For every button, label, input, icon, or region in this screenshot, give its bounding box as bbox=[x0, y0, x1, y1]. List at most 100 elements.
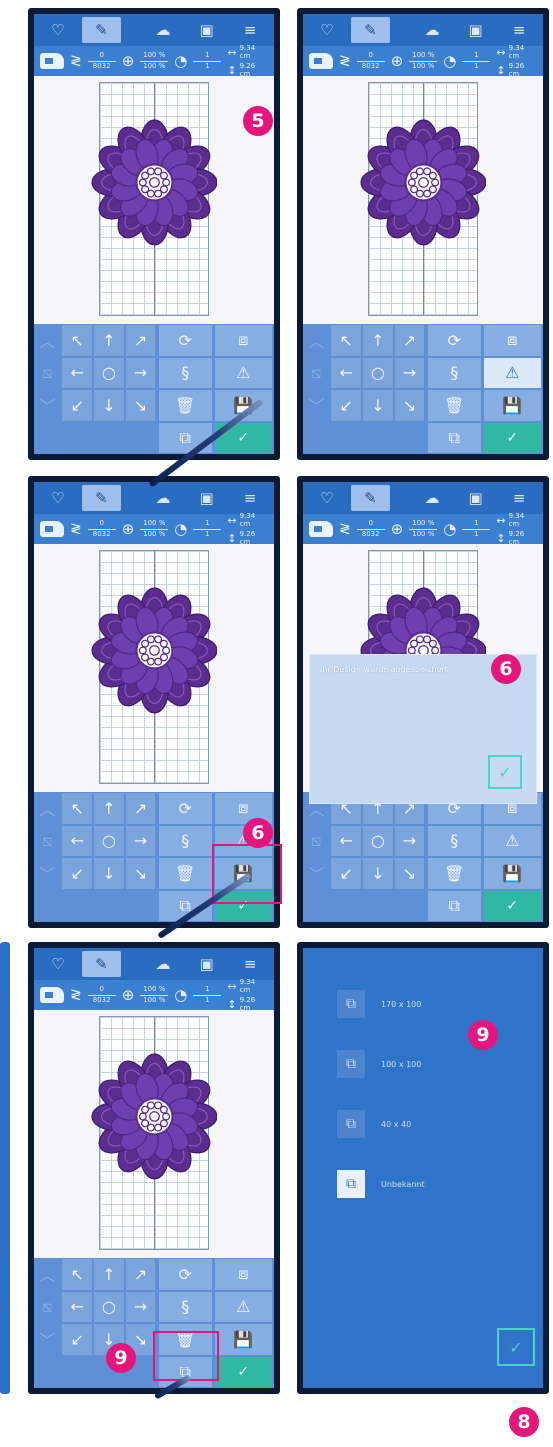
move-left-button[interactable]: ← bbox=[62, 1291, 92, 1322]
hoop-icon[interactable] bbox=[309, 521, 333, 537]
zoom-icon[interactable]: ⊕ bbox=[122, 52, 135, 70]
rotate-button[interactable]: ⟳ bbox=[158, 1259, 212, 1290]
center-button[interactable]: ○ bbox=[94, 825, 124, 856]
move-down-left-button[interactable]: ↙ bbox=[62, 1324, 92, 1355]
hoop-option[interactable]: ⧉ Unbekannt bbox=[337, 1170, 425, 1198]
select-icon[interactable]: ⧅ bbox=[34, 1291, 60, 1324]
center-button[interactable]: ○ bbox=[94, 357, 124, 388]
select-icon[interactable]: ⧅ bbox=[303, 825, 329, 858]
design-icon[interactable]: ♡ bbox=[38, 17, 78, 43]
save-button[interactable]: 💾 bbox=[483, 858, 541, 889]
move-up-left-button[interactable]: ↖ bbox=[331, 325, 361, 356]
needle-button[interactable]: § bbox=[427, 825, 481, 856]
move-down-button[interactable]: ↓ bbox=[94, 858, 124, 889]
move-down-button[interactable]: ↓ bbox=[363, 390, 393, 421]
move-up-button[interactable]: ↑ bbox=[94, 793, 124, 824]
hoop-option[interactable]: ⧉ 40 x 40 bbox=[337, 1110, 411, 1138]
zoom-icon[interactable]: ⊕ bbox=[122, 986, 135, 1004]
move-left-button[interactable]: ← bbox=[62, 825, 92, 856]
edit-icon[interactable]: ✎ bbox=[81, 951, 122, 977]
menu-icon[interactable]: ≡ bbox=[230, 951, 270, 977]
delete-button[interactable]: 🗑 bbox=[427, 390, 481, 421]
save-button[interactable]: 💾 bbox=[483, 390, 541, 421]
dialog-ok-button[interactable]: ✓ bbox=[488, 755, 522, 789]
edit-icon[interactable]: ✎ bbox=[350, 17, 391, 43]
hoop-select-button[interactable]: ⧉ bbox=[427, 890, 481, 921]
needle-button[interactable]: § bbox=[158, 825, 212, 856]
resize-button[interactable]: ⧈ bbox=[214, 325, 272, 356]
collapse-down-icon[interactable]: ﹀ bbox=[34, 857, 60, 890]
hoop-icon[interactable] bbox=[40, 987, 64, 1003]
mirror-button[interactable]: ⚠ bbox=[214, 357, 272, 388]
move-up-right-button[interactable]: ↗ bbox=[125, 1259, 156, 1290]
design-icon[interactable]: ♡ bbox=[38, 485, 78, 511]
move-up-button[interactable]: ↑ bbox=[94, 1259, 124, 1290]
collapse-down-icon[interactable]: ﹀ bbox=[34, 389, 60, 422]
move-up-left-button[interactable]: ↖ bbox=[62, 1259, 92, 1290]
move-right-button[interactable]: → bbox=[125, 825, 156, 856]
menu-icon[interactable]: ≡ bbox=[230, 17, 270, 43]
save-button[interactable]: 💾 bbox=[214, 1324, 272, 1355]
delete-button[interactable]: 🗑 bbox=[158, 390, 212, 421]
resize-button[interactable]: ⧈ bbox=[483, 325, 541, 356]
cloud-icon[interactable]: ☁ bbox=[143, 17, 183, 43]
palette-icon[interactable]: ◔ bbox=[174, 52, 187, 70]
needle-button[interactable]: § bbox=[427, 357, 481, 388]
collapse-up-icon[interactable]: ︿ bbox=[303, 324, 329, 357]
move-left-button[interactable]: ← bbox=[331, 357, 361, 388]
edit-icon[interactable]: ✎ bbox=[81, 17, 122, 43]
palette-icon[interactable]: ◔ bbox=[174, 986, 187, 1004]
embroidery-canvas[interactable] bbox=[34, 544, 274, 792]
hoop-option[interactable]: ⧉ 100 x 100 bbox=[337, 1050, 421, 1078]
edit-icon[interactable]: ✎ bbox=[350, 485, 391, 511]
collapse-up-icon[interactable]: ︿ bbox=[34, 324, 60, 357]
move-up-button[interactable]: ↑ bbox=[363, 325, 393, 356]
move-right-button[interactable]: → bbox=[394, 825, 425, 856]
delete-button[interactable]: 🗑 bbox=[427, 858, 481, 889]
mirror-button[interactable]: ⚠ bbox=[483, 357, 541, 388]
window-icon[interactable]: ▣ bbox=[187, 485, 227, 511]
move-up-button[interactable]: ↑ bbox=[94, 325, 124, 356]
cloud-icon[interactable]: ☁ bbox=[143, 951, 183, 977]
embroidery-canvas[interactable] bbox=[34, 1010, 274, 1258]
hoop-select-button[interactable]: ⧉ bbox=[427, 422, 481, 453]
embroidery-canvas[interactable] bbox=[34, 76, 274, 324]
cloud-icon[interactable]: ☁ bbox=[412, 485, 452, 511]
select-icon[interactable]: ⧅ bbox=[34, 357, 60, 390]
rotate-button[interactable]: ⟳ bbox=[158, 793, 212, 824]
move-down-button[interactable]: ↓ bbox=[363, 858, 393, 889]
edit-icon[interactable]: ✎ bbox=[81, 485, 122, 511]
move-right-button[interactable]: → bbox=[125, 1291, 156, 1322]
design-icon[interactable]: ♡ bbox=[307, 485, 347, 511]
cloud-icon[interactable]: ☁ bbox=[143, 485, 183, 511]
move-right-button[interactable]: → bbox=[125, 357, 156, 388]
center-button[interactable]: ○ bbox=[94, 1291, 124, 1322]
menu-icon[interactable]: ≡ bbox=[499, 485, 539, 511]
cloud-icon[interactable]: ☁ bbox=[412, 17, 452, 43]
move-down-left-button[interactable]: ↙ bbox=[62, 390, 92, 421]
select-icon[interactable]: ⧅ bbox=[303, 357, 329, 390]
menu-icon[interactable]: ≡ bbox=[499, 17, 539, 43]
design-icon[interactable]: ♡ bbox=[307, 17, 347, 43]
rotate-button[interactable]: ⟳ bbox=[158, 325, 212, 356]
collapse-down-icon[interactable]: ﹀ bbox=[303, 389, 329, 422]
embroidery-canvas[interactable] bbox=[303, 76, 543, 324]
hoop-icon[interactable] bbox=[309, 53, 333, 69]
collapse-up-icon[interactable]: ︿ bbox=[34, 792, 60, 825]
center-button[interactable]: ○ bbox=[363, 357, 393, 388]
move-up-right-button[interactable]: ↗ bbox=[125, 325, 156, 356]
rotate-button[interactable]: ⟳ bbox=[427, 325, 481, 356]
hoop-option[interactable]: ⧉ 170 x 100 bbox=[337, 990, 421, 1018]
palette-icon[interactable]: ◔ bbox=[443, 52, 456, 70]
move-down-right-button[interactable]: ↘ bbox=[125, 858, 156, 889]
mirror-button[interactable]: ⚠ bbox=[483, 825, 541, 856]
move-up-left-button[interactable]: ↖ bbox=[62, 325, 92, 356]
zoom-icon[interactable]: ⊕ bbox=[391, 520, 404, 538]
delete-button[interactable]: 🗑 bbox=[158, 858, 212, 889]
move-right-button[interactable]: → bbox=[394, 357, 425, 388]
center-button[interactable]: ○ bbox=[363, 825, 393, 856]
window-icon[interactable]: ▣ bbox=[187, 17, 227, 43]
mirror-button[interactable]: ⚠ bbox=[214, 1291, 272, 1322]
move-down-right-button[interactable]: ↘ bbox=[394, 858, 425, 889]
needle-button[interactable]: § bbox=[158, 1291, 212, 1322]
